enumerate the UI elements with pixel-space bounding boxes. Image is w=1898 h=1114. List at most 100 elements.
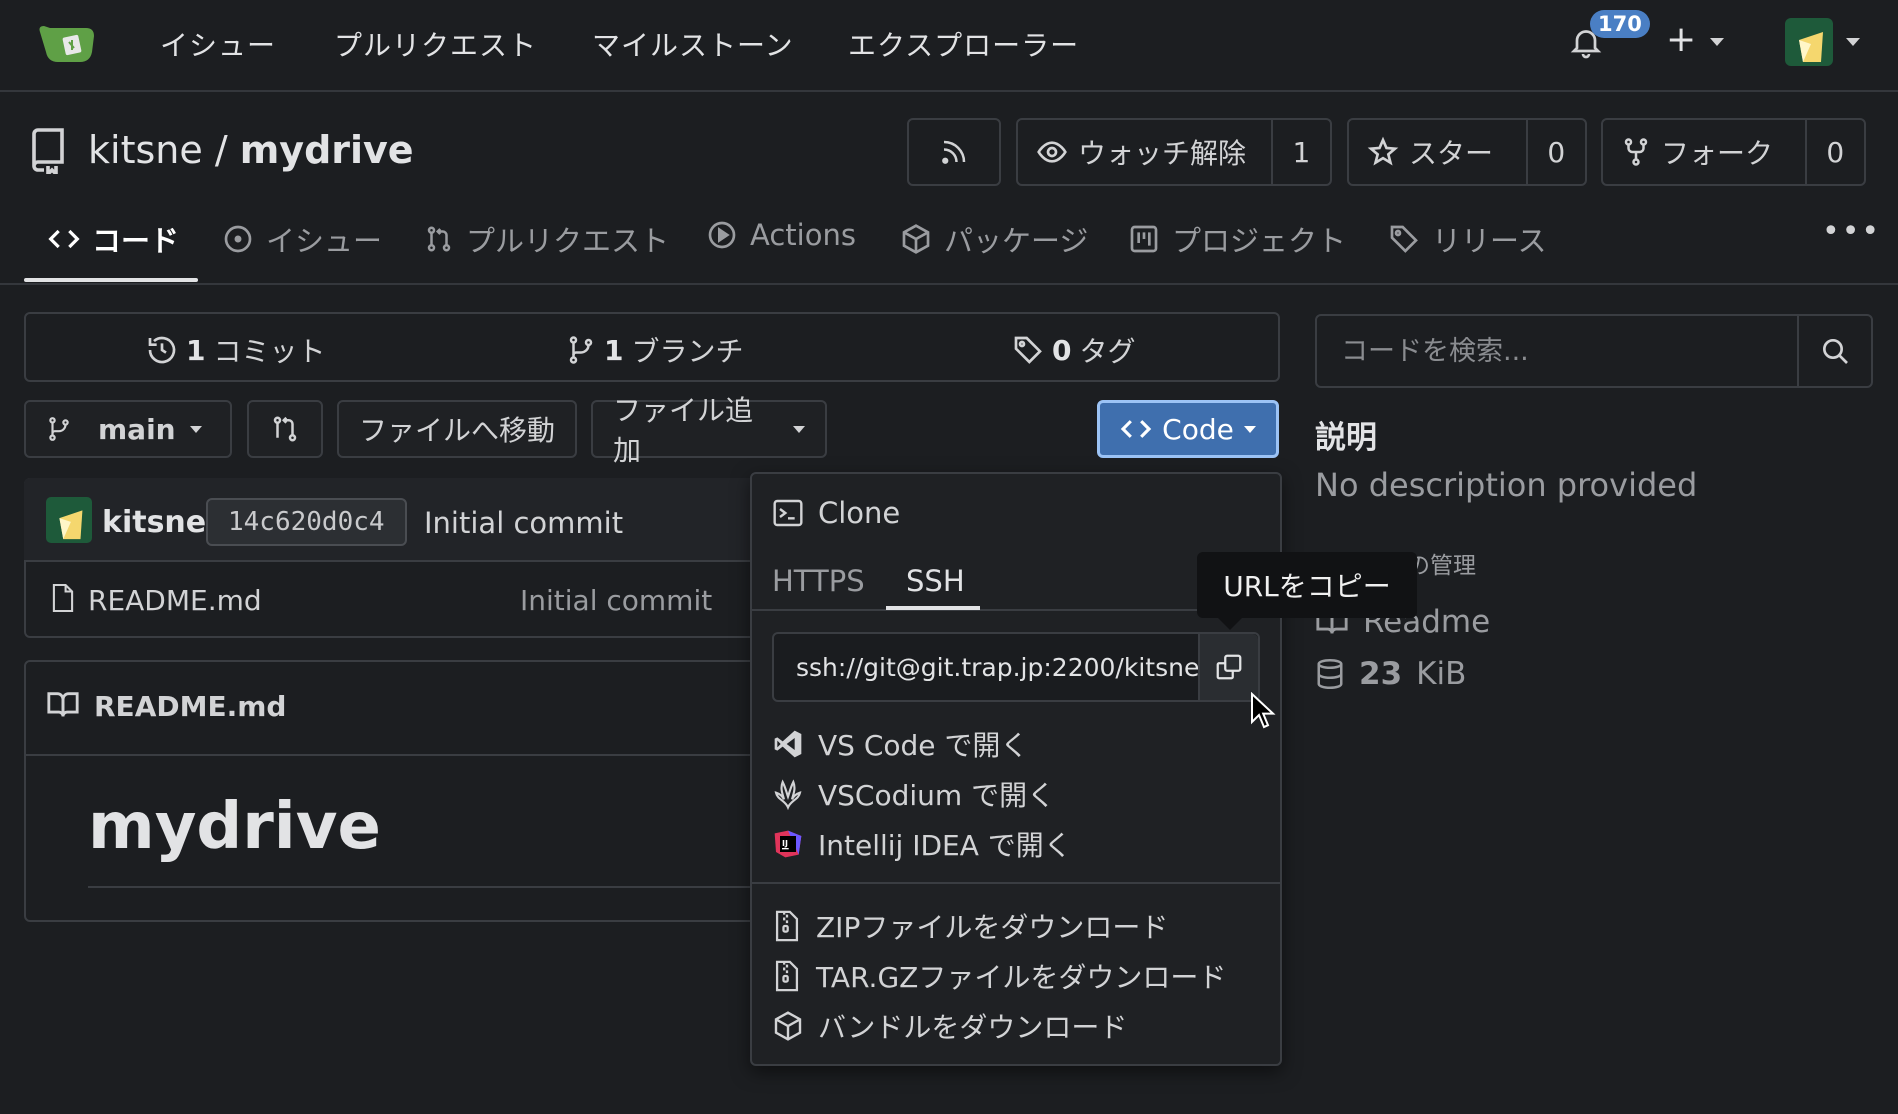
readme-heading: mydrive <box>88 790 381 864</box>
fork-button[interactable]: フォーク 0 <box>1601 118 1866 186</box>
watch-button[interactable]: ウォッチ解除 1 <box>1016 118 1332 186</box>
download-zip[interactable]: ZIPファイルをダウンロード <box>772 906 1168 946</box>
file-icon <box>50 582 76 614</box>
repo-size: 23 KiB <box>1315 656 1466 692</box>
tag-icon <box>1012 334 1044 366</box>
nav-link-issues[interactable]: イシュー <box>160 24 276 64</box>
tab-releases-label: リリース <box>1432 224 1547 258</box>
commit-author[interactable]: kitsne <box>102 505 206 540</box>
create-new-plus-icon[interactable]: + <box>1666 22 1696 58</box>
code-button[interactable]: Code <box>1097 400 1279 458</box>
code-icon <box>1120 416 1152 442</box>
user-avatar[interactable] <box>1785 18 1833 66</box>
dropdown-divider <box>752 882 1280 884</box>
clone-tab-https[interactable]: HTTPS <box>772 564 865 598</box>
tab-actions[interactable]: Actions <box>706 218 856 252</box>
watch-count[interactable]: 1 <box>1270 120 1330 184</box>
terminal-icon <box>772 498 804 528</box>
create-menu-caret-icon[interactable] <box>1710 38 1724 46</box>
code-icon <box>48 225 80 253</box>
open-intellij-label: Intellij IDEA で開く <box>818 829 1072 862</box>
branches-link[interactable]: 1 ブランチ <box>566 330 744 370</box>
tab-issues-label: イシュー <box>266 224 383 258</box>
add-file-button[interactable]: ファイル追加 <box>591 394 827 467</box>
site-logo-icon[interactable] <box>36 22 100 66</box>
tab-pull-requests[interactable]: プルリクエスト <box>424 218 669 260</box>
open-vscodium-label: VSCodium で開く <box>818 779 1056 812</box>
watch-label: ウォッチ解除 <box>1078 137 1247 170</box>
tab-packages[interactable]: パッケージ <box>900 218 1088 260</box>
tab-code[interactable]: コード <box>48 218 179 260</box>
repository-icon <box>28 126 68 174</box>
commit-message[interactable]: Initial commit <box>424 506 623 540</box>
nav-link-milestones[interactable]: マイルストーン <box>592 24 794 64</box>
rss-feed-button[interactable] <box>907 118 1001 186</box>
tab-releases[interactable]: リリース <box>1388 218 1547 260</box>
copy-url-button[interactable] <box>1198 634 1258 700</box>
fork-label: フォーク <box>1661 137 1774 170</box>
code-search-input[interactable] <box>1317 316 1797 386</box>
repo-owner-link[interactable]: kitsne <box>88 128 203 172</box>
notification-count-badge: 170 <box>1590 10 1650 38</box>
open-in-vscode[interactable]: VS Code で開く <box>772 724 1028 764</box>
rss-icon <box>939 137 969 167</box>
star-button[interactable]: スター 0 <box>1347 118 1587 186</box>
more-options-icon[interactable]: ••• <box>1822 214 1881 249</box>
add-file-caret-icon <box>793 425 805 433</box>
fork-count[interactable]: 0 <box>1804 120 1864 184</box>
commits-link[interactable]: 1 コミット <box>146 330 326 370</box>
fork-icon <box>1621 136 1651 168</box>
readme-filename: README.md <box>94 690 287 723</box>
eye-icon <box>1036 136 1068 168</box>
active-tab-indicator <box>24 278 198 282</box>
tab-actions-label: Actions <box>750 218 856 252</box>
repository-title: kitsne / mydrive <box>88 128 414 172</box>
goto-file-button[interactable]: ファイルへ移動 <box>337 400 577 458</box>
commit-author-avatar[interactable] <box>46 497 92 543</box>
tab-projects[interactable]: プロジェクト <box>1128 218 1346 260</box>
star-icon <box>1367 136 1399 168</box>
user-menu-caret-icon[interactable] <box>1846 38 1860 46</box>
description-title: 説明 <box>1315 420 1377 456</box>
tab-issues[interactable]: イシュー <box>222 218 382 260</box>
download-bundle-label: バンドルをダウンロード <box>818 1011 1128 1044</box>
branch-selector[interactable]: main <box>24 400 232 458</box>
search-icon <box>1819 335 1851 367</box>
clone-url-input[interactable] <box>774 634 1198 700</box>
nav-link-explore[interactable]: エクスプローラー <box>848 24 1079 64</box>
tabs-divider <box>0 283 1898 285</box>
history-icon <box>146 334 178 366</box>
copy-url-tooltip: URLをコピー <box>1197 552 1417 618</box>
branch-name: main <box>98 412 176 446</box>
file-commit-message[interactable]: Initial commit <box>520 584 712 617</box>
clone-tab-ssh[interactable]: SSH <box>906 564 965 598</box>
download-targz[interactable]: TAR.GZファイルをダウンロード <box>772 956 1226 996</box>
pull-request-icon <box>424 223 454 255</box>
package-icon <box>772 1010 804 1042</box>
code-button-label: Code <box>1162 412 1234 446</box>
branches-label: ブランチ <box>631 335 744 368</box>
database-icon <box>1315 657 1345 691</box>
star-count[interactable]: 0 <box>1525 120 1585 184</box>
repo-size-value: 23 <box>1359 656 1403 692</box>
compare-button[interactable] <box>247 400 323 458</box>
clone-title: Clone <box>818 496 901 530</box>
open-in-vscodium[interactable]: VSCodium で開く <box>772 774 1055 814</box>
description-text: No description provided <box>1315 466 1698 504</box>
open-in-intellij[interactable]: IJ Intellij IDEA で開く <box>772 824 1072 864</box>
branch-caret-icon <box>189 425 202 433</box>
readme-heading-rule <box>88 886 778 888</box>
add-file-label: ファイル追加 <box>613 394 754 467</box>
download-bundle[interactable]: バンドルをダウンロード <box>772 1006 1127 1046</box>
repo-name-link[interactable]: mydrive <box>240 128 414 172</box>
clone-active-tab-indicator <box>886 606 980 610</box>
file-name-readme[interactable]: README.md <box>88 584 262 617</box>
download-targz-label: TAR.GZファイルをダウンロード <box>816 961 1227 994</box>
copy-icon <box>1214 652 1244 682</box>
vscode-icon <box>772 728 804 760</box>
code-search-button[interactable] <box>1797 316 1871 386</box>
tags-link[interactable]: 0 タグ <box>1012 330 1136 370</box>
branch-icon <box>46 414 72 444</box>
nav-link-pull-requests[interactable]: プルリクエスト <box>334 24 537 64</box>
commit-sha-link[interactable]: 14c620d0c4 <box>206 498 407 546</box>
